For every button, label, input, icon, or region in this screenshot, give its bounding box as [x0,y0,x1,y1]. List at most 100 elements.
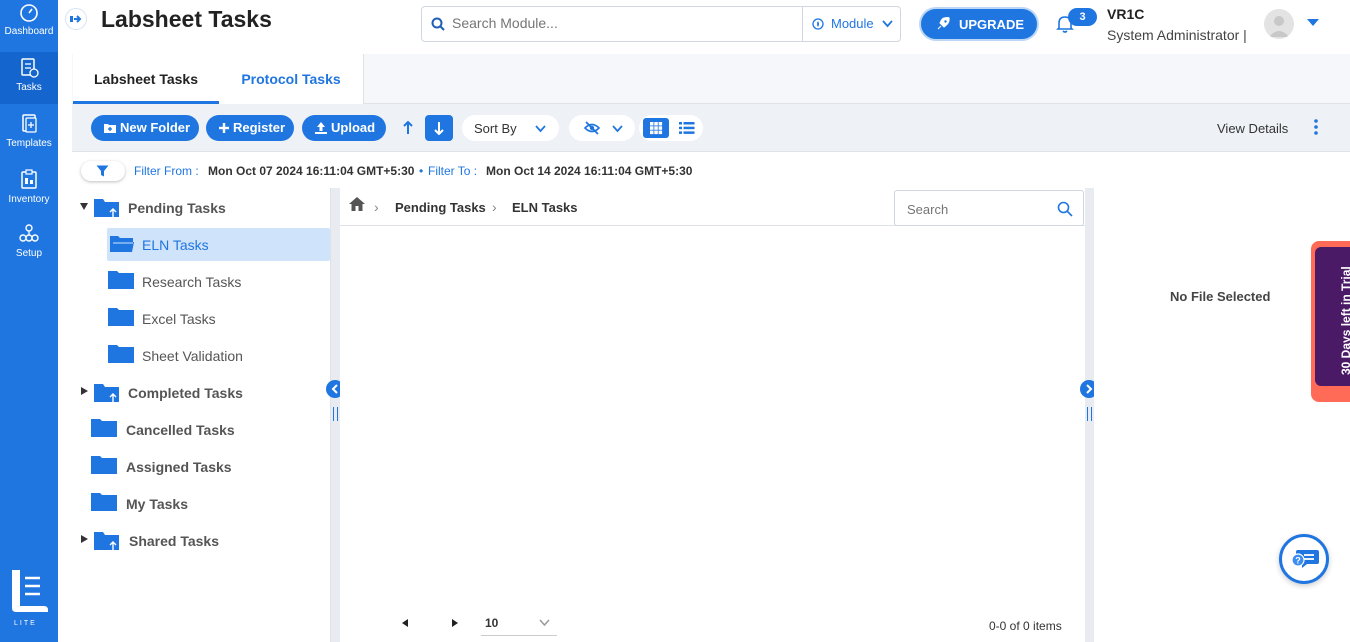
chevron-down-icon [882,20,893,28]
filter-icon [96,165,109,177]
sort-by-dropdown[interactable]: Sort By [462,115,559,141]
tree-item-shared-tasks[interactable]: Shared Tasks [72,524,330,556]
filter-from-value: Mon Oct 07 2024 16:11:04 GMT+5:30 [208,164,415,178]
folder-icon [91,493,117,511]
search-icon[interactable] [1057,201,1073,217]
pager: 10 0-0 of 0 items [340,604,1085,642]
tree-item-research-tasks[interactable]: Research Tasks [107,265,330,297]
templates-icon [22,114,37,133]
folder-plus-icon [104,124,116,133]
tree-item-pending-tasks[interactable]: Pending Tasks [72,191,330,223]
kebab-icon [1314,119,1318,135]
page-title: Labsheet Tasks [101,6,272,32]
tree-item-label: Excel Tasks [142,311,216,327]
breadcrumb-item[interactable]: ELN Tasks [512,200,578,215]
sidebar-item-dashboard[interactable]: Dashboard [0,2,58,54]
sort-by-label: Sort By [474,121,517,136]
sidebar-item-tasks[interactable]: Tasks [0,52,58,104]
expand-toggle[interactable] [81,535,88,543]
sort-descending-button[interactable] [425,115,453,141]
tree-item-cancelled-tasks[interactable]: Cancelled Tasks [72,413,330,445]
user-menu-caret[interactable] [1307,19,1319,26]
no-file-selected-text: No File Selected [1170,289,1271,304]
sidebar-item-label: Setup [15,248,43,259]
chat-help-icon: ? [1291,550,1319,568]
module-icon [812,18,824,30]
list-icon [679,122,695,134]
logo-text: LITE [14,620,37,627]
user-icon [1269,16,1289,37]
user-role: System Administrator | [1107,27,1247,43]
tree-item-label: Shared Tasks [129,533,220,549]
page-size-value: 10 [485,616,499,630]
filter-row: Filter From : Mon Oct 07 2024 16:11:04 G… [72,152,1350,188]
file-search-input[interactable] [907,202,1047,217]
folder-icon [91,456,117,474]
folder-shared-icon [94,384,119,403]
sidebar-item-label: Dashboard [4,26,54,37]
new-folder-button[interactable]: New Folder [91,115,199,141]
chevron-down-icon [612,125,623,133]
toolbar: New Folder Register Upload Sort By View … [72,104,1350,152]
visibility-dropdown[interactable] [569,115,635,141]
sidebar: Dashboard Tasks Templates Inventory Setu… [0,0,58,642]
plus-icon [219,123,229,133]
previous-page-icon[interactable] [401,618,409,628]
upload-icon [315,122,327,134]
tree-item-label: My Tasks [126,496,188,512]
tree-item-sheet-validation[interactable]: Sheet Validation [107,339,330,371]
new-folder-label: New Folder [120,120,191,135]
splitter-grip-icon[interactable] [1087,407,1092,421]
trial-banner-body: 30 Days left in Trial [1315,247,1350,386]
tree-item-my-tasks[interactable]: My Tasks [72,487,330,519]
breadcrumb-separator: › [492,199,497,215]
more-options-button[interactable] [1313,118,1319,141]
tree-item-label: Cancelled Tasks [126,422,235,438]
tree-item-eln-tasks[interactable]: ELN Tasks [107,228,330,261]
grid-view-button[interactable] [643,118,669,138]
filter-from-label: Filter From : [134,164,199,178]
home-icon[interactable] [348,196,366,212]
avatar[interactable] [1264,9,1294,39]
notification-badge: 3 [1068,8,1097,26]
upgrade-label: UPGRADE [959,17,1025,32]
sort-ascending-button[interactable] [394,115,422,141]
upload-button[interactable]: Upload [302,115,386,141]
tab-labsheet-tasks[interactable]: Labsheet Tasks [73,54,219,104]
tree-item-excel-tasks[interactable]: Excel Tasks [107,302,330,334]
module-label: Module [831,16,874,31]
upgrade-button[interactable]: UPGRADE [921,9,1037,39]
sidebar-item-setup[interactable]: Setup [0,222,58,274]
breadcrumb: › Pending Tasks › ELN Tasks [340,188,1085,226]
app-logo [8,566,50,623]
view-toggle [639,115,703,141]
arrow-up-icon [403,121,413,134]
filter-separator: • [419,164,424,178]
grid-icon [650,122,663,135]
tree-item-label: Pending Tasks [128,200,226,216]
splitter-grip-icon[interactable] [333,407,338,421]
filter-button[interactable] [81,161,125,181]
tab-protocol-tasks[interactable]: Protocol Tasks [219,54,364,104]
page-size-select[interactable]: 10 [481,612,557,636]
list-view-button[interactable] [675,118,699,138]
tree-item-assigned-tasks[interactable]: Assigned Tasks [72,450,330,482]
filter-to-value: Mon Oct 14 2024 16:11:04 GMT+5:30 [486,164,693,178]
view-details-button[interactable]: View Details [1217,121,1288,136]
expand-toggle[interactable] [81,387,88,395]
arrow-down-icon [434,122,444,135]
expand-toggle[interactable] [80,203,88,210]
trial-banner[interactable]: 30 Days left in Trial [1311,241,1350,402]
module-dropdown[interactable]: Module [802,7,901,41]
collapse-sidebar-button[interactable] [65,8,87,30]
register-button[interactable]: Register [206,115,294,141]
folder-open-icon [110,236,134,252]
pager-info: 0-0 of 0 items [989,619,1062,633]
search-input[interactable] [452,15,792,31]
sidebar-item-templates[interactable]: Templates [0,112,58,164]
sidebar-item-inventory[interactable]: Inventory [0,168,58,220]
tree-item-completed-tasks[interactable]: Completed Tasks [72,376,330,408]
help-chat-button[interactable]: ? [1279,534,1329,584]
breadcrumb-item[interactable]: Pending Tasks [395,200,486,215]
next-page-icon[interactable] [451,618,459,628]
